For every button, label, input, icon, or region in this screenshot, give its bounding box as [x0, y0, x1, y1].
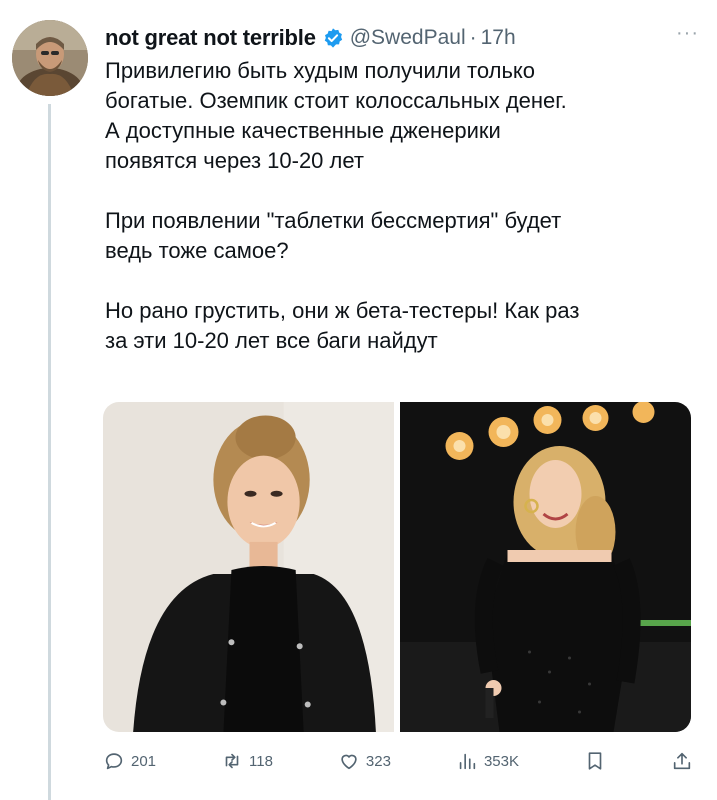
tweet-line: появятся через 10-20 лет [105, 148, 364, 173]
retweet-icon [221, 750, 243, 772]
views-icon [456, 750, 478, 772]
tweet-line: Но рано грустить, они ж бета-тестеры! Ка… [105, 298, 580, 323]
post-time[interactable]: 17h [481, 26, 516, 50]
avatar[interactable] [12, 20, 88, 96]
author-handle[interactable]: @SwedPaul [350, 26, 466, 50]
views-button[interactable]: 353K [456, 750, 519, 772]
more-options-icon[interactable]: ··· [676, 22, 699, 45]
retweet-button[interactable]: 118 [221, 750, 273, 772]
photo-left-woman-black-jacket[interactable] [103, 402, 394, 732]
bookmark-button[interactable] [584, 750, 606, 772]
reply-button[interactable]: 201 [103, 750, 156, 772]
reply-count: 201 [131, 752, 157, 770]
tweet-header: not great not terrible @SwedPaul · 17h [105, 20, 516, 56]
like-button[interactable]: 323 [338, 750, 391, 772]
media-grid [103, 402, 691, 732]
verified-badge-icon [322, 27, 344, 49]
like-count: 323 [365, 752, 391, 770]
tweet-text: Привилегию быть худым получили только бо… [105, 56, 705, 356]
tweet-line: А доступные качественные дженерики [105, 118, 501, 143]
photo-right-woman-on-stage[interactable] [400, 402, 691, 732]
bookmark-icon [584, 750, 606, 772]
tweet-line: При появлении "таблетки бессмертия" буде… [105, 208, 562, 233]
tweet-paragraph: При появлении "таблетки бессмертия" буде… [105, 206, 705, 266]
tweet-paragraph: Привилегию быть худым получили только бо… [105, 56, 705, 176]
action-bar: 201 118 323 353K [103, 746, 693, 776]
tweet-paragraph: Но рано грустить, они ж бета-тестеры! Ка… [105, 296, 705, 356]
tweet-line: Привилегию быть худым получили только [105, 58, 536, 83]
tweet-card: not great not terrible @SwedPaul · 17h ·… [0, 0, 717, 800]
thread-line [48, 104, 51, 800]
retweet-count: 118 [249, 752, 273, 770]
tweet-line: ведь тоже самое? [105, 238, 289, 263]
heart-icon [338, 750, 360, 772]
meta-separator: · [469, 26, 477, 49]
tweet-line: богатые. Оземпик стоит колоссальных дене… [105, 88, 567, 113]
tweet-line: за эти 10-20 лет все баги найдут [105, 328, 438, 353]
reply-icon [103, 750, 125, 772]
share-icon [671, 750, 693, 772]
author-name[interactable]: not great not terrible [105, 25, 316, 51]
share-button[interactable] [671, 750, 693, 772]
views-count: 353K [483, 752, 519, 770]
